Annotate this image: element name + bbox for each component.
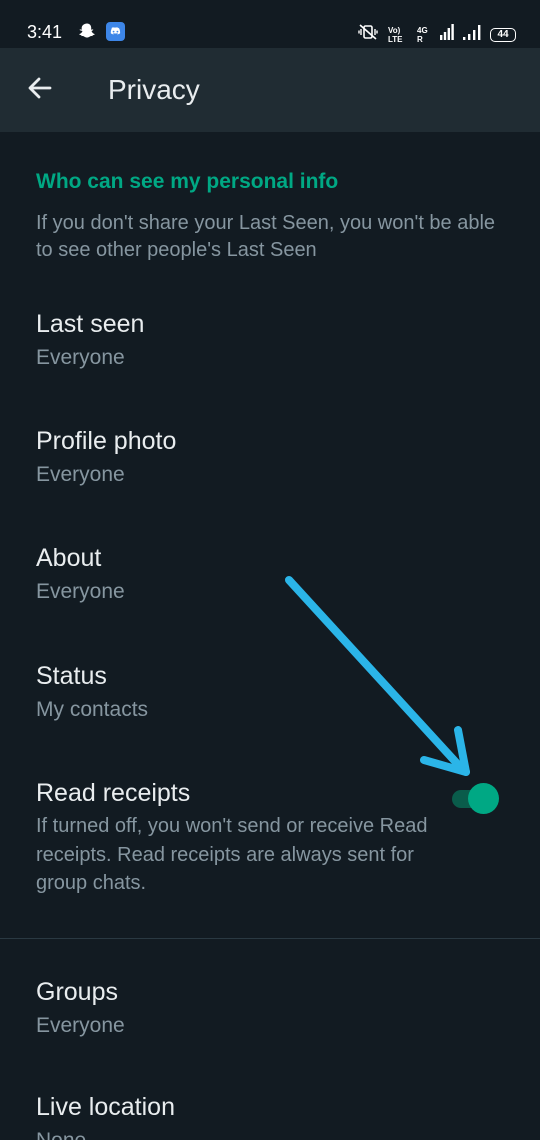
lte-4g-icon: 4G R bbox=[417, 25, 431, 45]
setting-value: Everyone bbox=[36, 580, 125, 603]
setting-title: Profile photo bbox=[36, 427, 177, 455]
mute-vibrate-icon bbox=[357, 24, 379, 45]
setting-about[interactable]: About Everyone bbox=[0, 544, 540, 624]
setting-groups[interactable]: Groups Everyone bbox=[0, 978, 540, 1058]
app-bar: Privacy bbox=[0, 48, 540, 132]
signal-icon-2 bbox=[463, 24, 481, 45]
battery-icon: 44 bbox=[490, 27, 516, 42]
setting-value: None bbox=[36, 1129, 86, 1140]
setting-status[interactable]: Status My contacts bbox=[0, 662, 540, 742]
section-description: If you don't share your Last Seen, you w… bbox=[36, 212, 496, 261]
status-time: 3:41 bbox=[27, 22, 63, 42]
battery-level: 44 bbox=[497, 29, 509, 40]
volte-icon: Vo) LTE bbox=[388, 25, 408, 45]
setting-title: About bbox=[36, 544, 102, 572]
setting-title: Live location bbox=[36, 1093, 175, 1121]
setting-title: Last seen bbox=[36, 310, 145, 338]
svg-text:4G: 4G bbox=[417, 26, 428, 35]
setting-value: Everyone bbox=[36, 1014, 125, 1037]
setting-title: Groups bbox=[36, 978, 118, 1006]
status-icons-right: Vo) LTE 4G R 44 bbox=[357, 24, 516, 45]
setting-read-receipts[interactable]: Read receipts If turned off, you won't s… bbox=[0, 779, 540, 909]
status-icons-left bbox=[78, 22, 125, 46]
divider bbox=[0, 938, 540, 939]
setting-profile-photo[interactable]: Profile photo Everyone bbox=[0, 427, 540, 507]
setting-title: Status bbox=[36, 662, 107, 690]
svg-text:R: R bbox=[417, 35, 423, 43]
setting-last-seen[interactable]: Last seen Everyone bbox=[0, 310, 540, 390]
page-title: Privacy bbox=[108, 74, 200, 105]
setting-live-location[interactable]: Live location None bbox=[0, 1093, 540, 1140]
setting-description: If turned off, you won't send or receive… bbox=[36, 815, 428, 894]
setting-value: My contacts bbox=[36, 698, 149, 721]
arrow-left-icon bbox=[26, 74, 54, 107]
setting-value: Everyone bbox=[36, 346, 125, 369]
status-bar: 3:41 Vo) LTE 4G R 44 bbox=[0, 0, 540, 48]
signal-icon-1 bbox=[440, 24, 454, 45]
svg-text:Vo): Vo) bbox=[388, 26, 401, 35]
back-button[interactable] bbox=[18, 68, 62, 112]
snapchat-icon bbox=[78, 22, 96, 46]
discord-icon bbox=[106, 22, 125, 46]
setting-title: Read receipts bbox=[36, 779, 191, 807]
svg-text:LTE: LTE bbox=[388, 35, 403, 43]
setting-value: Everyone bbox=[36, 463, 125, 486]
read-receipts-toggle[interactable] bbox=[450, 783, 500, 814]
toggle-thumb bbox=[468, 783, 499, 814]
section-header: Who can see my personal info bbox=[36, 170, 339, 193]
